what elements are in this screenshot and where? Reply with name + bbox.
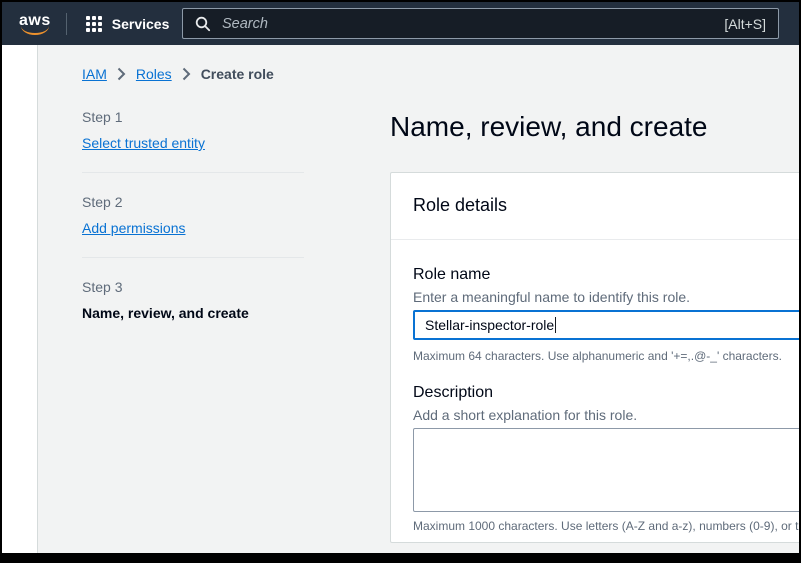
step-1-link[interactable]: Select trusted entity	[82, 133, 304, 153]
description-field-group: Description Add a short explanation for …	[413, 382, 799, 534]
services-menu-button[interactable]: Services	[86, 16, 170, 32]
text-cursor	[555, 317, 556, 333]
description-label: Description	[413, 382, 799, 404]
role-name-description: Enter a meaningful name to identify this…	[413, 288, 799, 306]
breadcrumb-link-roles[interactable]: Roles	[136, 66, 172, 82]
role-details-card: Role details Role name Enter a meaningfu…	[390, 172, 799, 543]
browser-viewport: aws Services Search [Alt+S]	[2, 2, 799, 553]
role-name-input-value: Stellar-inspector-role	[425, 317, 554, 333]
breadcrumb-link-iam[interactable]: IAM	[82, 66, 107, 82]
description-constraint: Maximum 1000 characters. Use letters (A-…	[413, 518, 799, 534]
step-divider	[82, 257, 304, 258]
wizard-steps-nav: Step 1 Select trusted entity Step 2 Add …	[82, 107, 304, 323]
role-name-field-group: Role name Enter a meaningful name to ide…	[413, 264, 799, 364]
step-3-number: Step 3	[82, 277, 304, 297]
step-divider	[82, 172, 304, 173]
role-name-label: Role name	[413, 264, 799, 286]
page-title: Name, review, and create	[390, 108, 708, 146]
step-3-current-label: Name, review, and create	[82, 303, 304, 323]
step-1-number: Step 1	[82, 107, 304, 127]
search-shortcut-hint: [Alt+S]	[724, 16, 766, 32]
search-placeholder: Search	[222, 16, 724, 32]
page-content: IAM Roles Create role Step 1 Select trus…	[38, 45, 799, 553]
services-label: Services	[112, 16, 170, 32]
search-icon	[195, 16, 211, 32]
step-2-link[interactable]: Add permissions	[82, 218, 304, 238]
breadcrumb-current-page: Create role	[201, 66, 274, 82]
breadcrumb: IAM Roles Create role	[82, 66, 274, 82]
role-name-constraint: Maximum 64 characters. Use alphanumeric …	[413, 348, 799, 364]
aws-top-nav: aws Services Search [Alt+S]	[2, 2, 799, 45]
chevron-right-icon	[182, 67, 191, 81]
step-2: Step 2 Add permissions	[82, 192, 304, 238]
description-description: Add a short explanation for this role.	[413, 406, 799, 424]
global-search-input[interactable]: Search [Alt+S]	[182, 8, 779, 39]
step-3-current: Step 3 Name, review, and create	[82, 277, 304, 323]
role-details-card-body: Role name Enter a meaningful name to ide…	[391, 240, 799, 550]
role-name-input[interactable]: Stellar-inspector-role	[413, 310, 799, 340]
chevron-right-icon	[117, 67, 126, 81]
step-2-number: Step 2	[82, 192, 304, 212]
description-textarea[interactable]	[413, 428, 799, 512]
services-grid-icon	[86, 16, 102, 32]
topbar-divider	[66, 13, 67, 35]
collapsed-side-panel	[2, 45, 38, 553]
role-details-card-header: Role details	[391, 173, 799, 240]
step-1: Step 1 Select trusted entity	[82, 107, 304, 153]
aws-smile-icon	[21, 26, 49, 35]
aws-logo[interactable]: aws	[19, 13, 51, 35]
role-details-heading: Role details	[413, 193, 799, 217]
